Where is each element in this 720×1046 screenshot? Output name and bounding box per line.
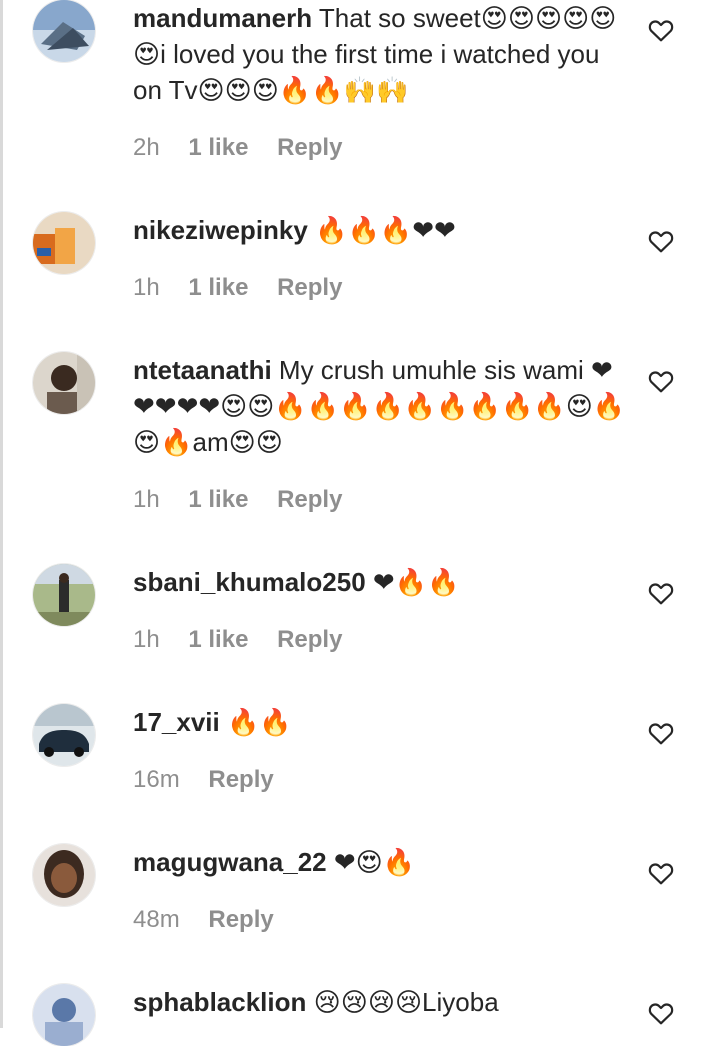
comment-time: 2h (133, 134, 160, 161)
reply-button[interactable]: Reply (208, 766, 273, 793)
comment-text: 😢😢😢😢Liyoba (313, 987, 499, 1017)
reply-button[interactable]: Reply (208, 906, 273, 933)
heart-outline-icon[interactable] (648, 581, 674, 605)
comment-likes[interactable]: 1 like (188, 626, 248, 653)
comment-likes[interactable]: 1 like (188, 486, 248, 513)
comment-username[interactable]: nikeziwepinky (133, 215, 308, 245)
comment-time: 48m (133, 906, 180, 933)
comment-username[interactable]: 17_xvii (133, 707, 220, 737)
comment-likes[interactable]: 1 like (188, 134, 248, 161)
avatar[interactable] (33, 212, 95, 274)
comment-likes[interactable]: 1 like (188, 274, 248, 301)
comment-time: 1h (133, 626, 160, 653)
heart-outline-icon[interactable] (648, 229, 674, 253)
comment-username[interactable]: sbani_khumalo250 (133, 567, 366, 597)
reply-button[interactable]: Reply (277, 626, 342, 653)
comment-text: ❤🔥🔥 (372, 567, 460, 597)
thread-line (0, 0, 3, 1028)
avatar[interactable] (33, 352, 95, 414)
heart-outline-icon[interactable] (648, 721, 674, 745)
heart-outline-icon[interactable] (648, 369, 674, 393)
avatar[interactable] (33, 0, 95, 62)
avatar[interactable] (33, 844, 95, 906)
reply-button[interactable]: Reply (277, 274, 342, 301)
comment-text: 🔥🔥 (226, 707, 292, 737)
avatar[interactable] (33, 984, 95, 1046)
avatar[interactable] (33, 704, 95, 766)
comment-time: 1h (133, 486, 160, 513)
heart-outline-icon[interactable] (648, 861, 674, 885)
reply-button[interactable]: Reply (277, 134, 342, 161)
comment-text: ❤😍🔥 (333, 847, 416, 877)
heart-outline-icon[interactable] (648, 1001, 674, 1025)
comment-username[interactable]: ntetaanathi (133, 355, 272, 385)
avatar[interactable] (33, 564, 95, 626)
heart-outline-icon[interactable] (648, 18, 674, 42)
reply-button[interactable]: Reply (277, 486, 342, 513)
comment-time: 16m (133, 766, 180, 793)
comment-username[interactable]: magugwana_22 (133, 847, 327, 877)
comment-text: 🔥🔥🔥❤❤ (315, 215, 456, 245)
comment-username[interactable]: mandumanerh (133, 3, 312, 33)
comment-time: 1h (133, 274, 160, 301)
comment-username[interactable]: sphablacklion (133, 987, 306, 1017)
